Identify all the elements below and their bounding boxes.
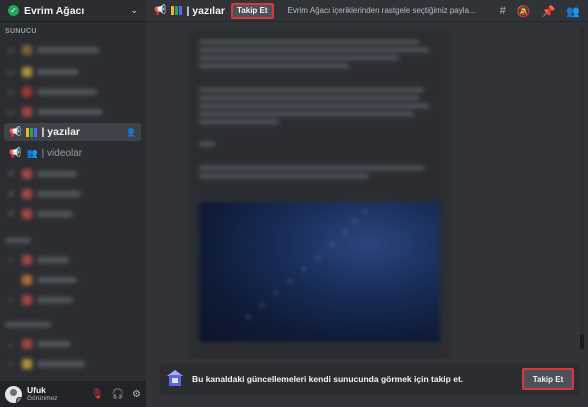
sidebar-item-label: | videolar <box>41 147 83 159</box>
sidebar-item[interactable]: # <box>6 186 141 202</box>
sidebar-item[interactable]: ▭ <box>6 104 141 120</box>
server-name: Evrim Ağacı <box>24 4 85 17</box>
sidebar-item[interactable]: ⌕ <box>6 292 141 308</box>
follow-button[interactable]: Takip Et <box>522 368 574 390</box>
sidebar-item-label: | yazılar <box>41 126 80 138</box>
follow-button-header[interactable]: Takip Et <box>231 2 274 19</box>
blurred-text-line <box>199 166 424 170</box>
channel-emoji-icon <box>26 127 38 137</box>
user-info[interactable]: Ufuk Görünmez <box>27 385 91 403</box>
sidebar-item[interactable]: ⌕ <box>6 252 141 268</box>
channel-topic[interactable]: Evrim Ağacı içeriklerinden rastgele seçt… <box>288 6 478 15</box>
add-member-icon[interactable]: 👤 <box>126 128 136 137</box>
follow-banner-text: Bu kanaldaki güncellemeleri kendi sunucu… <box>192 374 464 384</box>
blurred-text-line <box>199 174 369 178</box>
blurred-text-line <box>199 104 429 108</box>
member-list-icon[interactable]: 👥 <box>566 5 580 18</box>
sidebar-item[interactable] <box>6 272 141 288</box>
avatar[interactable] <box>5 385 22 403</box>
sidebar-item[interactable]: ⌕ <box>6 356 141 372</box>
channel-title: | yazılar <box>186 4 225 17</box>
message-embed <box>189 30 449 359</box>
headphones-icon[interactable]: 🎧 <box>112 389 124 400</box>
sidebar-item[interactable]: ▭ <box>6 64 141 80</box>
user-status: Görünmez <box>27 395 58 402</box>
blurred-text-line <box>199 56 399 60</box>
sidebar-item[interactable]: # <box>6 166 141 182</box>
chevron-down-icon: ⌄ <box>130 5 138 15</box>
user-panel: Ufuk Görünmez 🎙 🎧 ⚙ <box>0 381 146 407</box>
sidebar-item[interactable]: ▭ <box>6 84 141 100</box>
sidebar-item[interactable]: ▭ <box>6 42 141 58</box>
sidebar-item-videolar[interactable]: 📢 👥 | videolar <box>4 145 141 161</box>
blurred-text-line <box>199 40 419 44</box>
blurred-text-line <box>199 48 429 52</box>
sidebar-item-yazilar[interactable]: 📢 | yazılar 👤 <box>4 123 141 141</box>
blurred-text-line <box>199 120 279 124</box>
announcement-channel-icon <box>166 370 184 388</box>
channel-sidebar: ✓ Evrim Ağacı ⌄ SUNUCU ▭ ▭ ▭ ▭ 📢 | yazıl… <box>0 0 146 407</box>
threads-icon[interactable]: # <box>500 5 506 17</box>
username: Ufuk <box>27 385 46 395</box>
category-label <box>5 238 31 245</box>
discord-app: ✓ Evrim Ağacı ⌄ SUNUCU ▭ ▭ ▭ ▭ 📢 | yazıl… <box>0 0 588 407</box>
blurred-text-line <box>199 88 424 92</box>
status-indicator <box>16 396 22 403</box>
server-header[interactable]: ✓ Evrim Ağacı ⌄ <box>0 0 146 22</box>
announcement-icon: 📢 <box>9 126 22 138</box>
category-label: SUNUCU <box>5 28 37 35</box>
channel-emoji-icon <box>171 6 183 15</box>
announcement-icon: 📢 <box>9 147 22 159</box>
sidebar-item[interactable]: ⌕ <box>6 336 141 352</box>
notification-bell-muted-icon[interactable]: 🔕 <box>517 5 531 18</box>
pin-icon[interactable]: 📌 <box>542 5 556 18</box>
follow-channel-banner: Bu kanaldaki güncellemeleri kendi sunucu… <box>160 363 580 395</box>
verified-check-icon: ✓ <box>8 5 19 16</box>
category-label <box>5 322 51 329</box>
embed-image[interactable] <box>199 202 440 342</box>
channel-header: 📢 | yazılar Takip Et Evrim Ağacı içerikl… <box>146 0 588 22</box>
blurred-text-line <box>199 64 349 68</box>
gear-icon[interactable]: ⚙ <box>132 389 141 400</box>
message-area <box>146 22 588 359</box>
announcement-icon: 📢 <box>154 5 167 16</box>
mic-muted-icon[interactable]: 🎙 <box>91 389 104 400</box>
user-controls: 🎙 🎧 ⚙ <box>91 389 141 400</box>
header-toolbar: # 🔕 📌 👥 <box>500 0 580 22</box>
scrollbar-thumb[interactable] <box>580 335 584 349</box>
scrollbar[interactable] <box>580 26 584 351</box>
blurred-text-line <box>199 96 419 100</box>
blurred-text-line <box>199 112 414 116</box>
channel-emoji-icon: 👥 <box>26 147 38 158</box>
sidebar-item[interactable]: # <box>6 206 141 222</box>
blurred-text-line <box>199 142 215 146</box>
